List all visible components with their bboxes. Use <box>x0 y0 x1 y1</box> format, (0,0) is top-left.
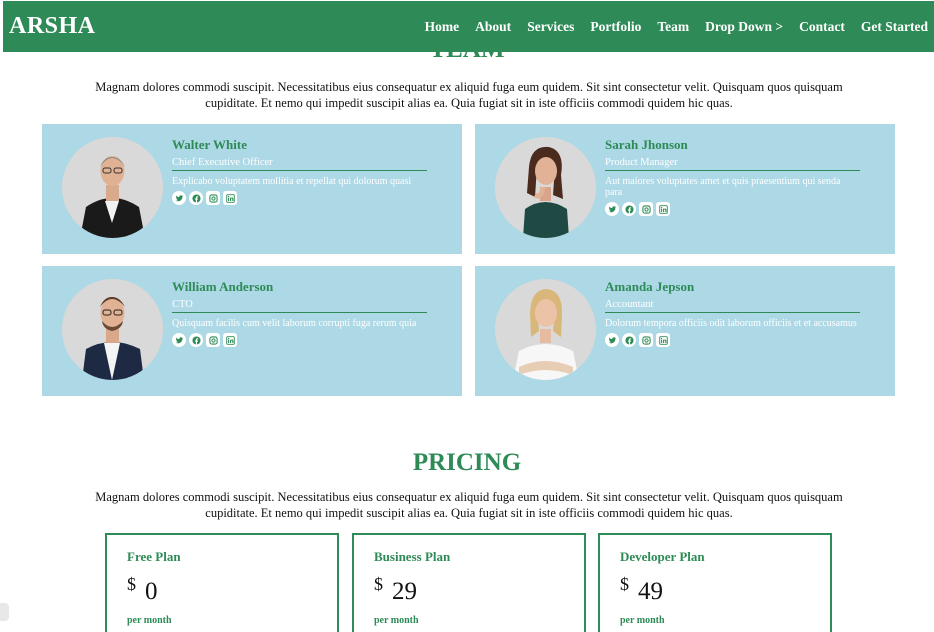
member-role: Accountant <box>605 299 860 313</box>
linkedin-icon[interactable] <box>656 333 670 347</box>
member-photo <box>62 137 163 238</box>
plan-name: Business Plan <box>374 549 451 564</box>
member-name: Sarah Jhonson <box>605 137 688 152</box>
plan-currency: $ <box>374 574 383 594</box>
member-desc: Quisquam facilis cum velit laborum corru… <box>172 318 417 329</box>
nav-get-started[interactable]: Get Started <box>861 19 928 35</box>
nav-home[interactable]: Home <box>425 19 460 35</box>
linkedin-icon[interactable] <box>223 191 237 205</box>
plan-price: 49 <box>638 578 663 605</box>
facebook-icon[interactable] <box>189 333 203 347</box>
facebook-icon[interactable] <box>622 202 636 216</box>
member-role: CTO <box>172 299 427 313</box>
team-description: Magnam dolores commodi suscipit. Necessi… <box>95 80 843 110</box>
linkedin-icon[interactable] <box>223 333 237 347</box>
member-name: Amanda Jepson <box>605 279 695 294</box>
team-card: Sarah Jhonson Product Manager Aut maiore… <box>475 124 895 254</box>
nav-contact[interactable]: Contact <box>799 19 845 35</box>
team-card: Walter White Chief Executive Officer Exp… <box>42 124 462 254</box>
member-name: William Anderson <box>172 279 274 294</box>
member-photo <box>495 279 596 380</box>
back-to-top-tab[interactable] <box>0 603 9 621</box>
nav-dropdown[interactable]: Drop Down > <box>705 19 783 35</box>
twitter-icon[interactable] <box>172 191 186 205</box>
twitter-icon[interactable] <box>172 333 186 347</box>
member-photo <box>62 279 163 380</box>
social-links <box>605 333 860 347</box>
member-role: Chief Executive Officer <box>172 157 427 171</box>
social-links <box>172 191 427 205</box>
pricing-card: Business Plan $ 29 per month <box>352 533 586 632</box>
plan-currency: $ <box>620 574 629 594</box>
nav-about[interactable]: About <box>475 19 511 35</box>
member-name: Walter White <box>172 137 247 152</box>
site-logo[interactable]: ARSHA <box>9 13 96 40</box>
plan-period: per month <box>374 615 419 626</box>
plan-name: Developer Plan <box>620 549 705 564</box>
twitter-icon[interactable] <box>605 333 619 347</box>
social-links <box>605 202 860 216</box>
main-nav: Home About Services Portfolio Team Drop … <box>425 19 928 35</box>
plan-name: Free Plan <box>127 549 181 564</box>
instagram-icon[interactable] <box>639 333 653 347</box>
facebook-icon[interactable] <box>189 191 203 205</box>
nav-portfolio[interactable]: Portfolio <box>590 19 641 35</box>
plan-price: 0 <box>145 578 158 605</box>
instagram-icon[interactable] <box>206 191 220 205</box>
twitter-icon[interactable] <box>605 202 619 216</box>
member-desc: Aut maiores voluptates amet et quis prae… <box>605 176 841 198</box>
member-desc: Dolorum tempora officiis odit laborum of… <box>605 318 857 329</box>
pricing-title: PRICING <box>412 449 522 476</box>
pricing-card: Developer Plan $ 49 per month <box>598 533 832 632</box>
member-role: Product Manager <box>605 157 860 171</box>
member-photo <box>495 137 596 238</box>
nav-team[interactable]: Team <box>657 19 689 35</box>
instagram-icon[interactable] <box>639 202 653 216</box>
nav-services[interactable]: Services <box>527 19 574 35</box>
social-links <box>172 333 427 347</box>
pricing-card: Free Plan $ 0 per month <box>105 533 339 632</box>
facebook-icon[interactable] <box>622 333 636 347</box>
plan-currency: $ <box>127 574 136 594</box>
site-header: ARSHA Home About Services Portfolio Team… <box>3 1 934 52</box>
plan-price: 29 <box>392 578 417 605</box>
plan-period: per month <box>127 615 172 626</box>
instagram-icon[interactable] <box>206 333 220 347</box>
plan-period: per month <box>620 615 665 626</box>
pricing-description: Magnam dolores commodi suscipit. Necessi… <box>95 490 843 520</box>
member-desc: Explicabo voluptatem mollitia et repella… <box>172 176 412 187</box>
linkedin-icon[interactable] <box>656 202 670 216</box>
team-card: Amanda Jepson Accountant Dolorum tempora… <box>475 266 895 396</box>
team-card: William Anderson CTO Quisquam facilis cu… <box>42 266 462 396</box>
